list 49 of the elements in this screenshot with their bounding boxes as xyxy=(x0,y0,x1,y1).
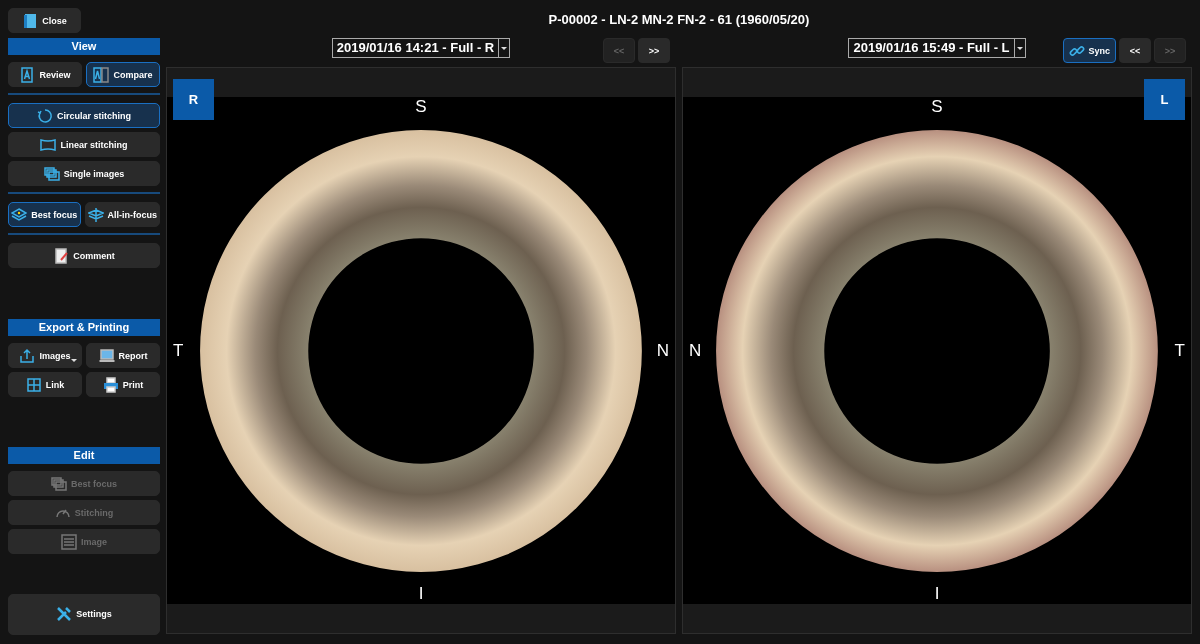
orientation-label: N xyxy=(656,340,669,361)
sidebar-button[interactable]: All-in-focus xyxy=(84,202,160,227)
stacked-frames-icon xyxy=(51,475,67,492)
sidebar-button[interactable]: Print xyxy=(86,372,160,397)
sidebar-button[interactable]: Linear stitching xyxy=(8,132,160,157)
sidebar-button[interactable]: Circular stitching xyxy=(8,103,160,128)
document-icon xyxy=(22,12,39,29)
orientation-label: T xyxy=(1174,340,1185,361)
date-dropdown[interactable]: 2019/01/16 14:21 - Full - R xyxy=(331,38,511,58)
sidebar-button[interactable]: Review xyxy=(8,62,82,87)
orientation-label: S xyxy=(931,97,943,117)
orientation-label: I xyxy=(418,584,424,604)
sidebar-button[interactable]: Report xyxy=(86,343,160,368)
date-dropdown[interactable]: 2019/01/16 15:49 - Full - L xyxy=(848,38,1026,58)
circle-arrow-icon xyxy=(37,107,53,124)
band-icon xyxy=(40,136,57,153)
sidebar-button[interactable]: Link xyxy=(8,372,82,397)
orientation-label: N xyxy=(689,340,702,361)
caret-icon xyxy=(1016,46,1023,50)
sidebar-button[interactable]: Comment xyxy=(8,243,160,268)
layers-arrow-icon xyxy=(87,206,104,223)
note-icon xyxy=(53,247,70,264)
upload-icon xyxy=(19,347,36,364)
sync-button[interactable]: Sync xyxy=(1063,38,1116,63)
orientation-label: S xyxy=(415,97,427,117)
close-button[interactable]: Close xyxy=(8,8,81,33)
section-header: View xyxy=(8,38,160,55)
sidebar-button[interactable]: Compare xyxy=(86,62,160,87)
settings-button[interactable]: Settings xyxy=(8,593,160,635)
sidebar-button[interactable]: Best focus xyxy=(8,202,81,227)
layers-icon xyxy=(11,206,28,223)
caret-icon xyxy=(501,46,508,50)
tools-icon xyxy=(56,606,73,623)
eye-badge: R xyxy=(173,79,214,120)
eye-badge: L xyxy=(1144,79,1185,120)
letters-icon xyxy=(93,66,110,83)
nav-button[interactable]: >> xyxy=(638,38,670,63)
printer-icon xyxy=(102,376,119,393)
stacked-frames-icon xyxy=(43,165,60,182)
sidebar-button[interactable]: Single images xyxy=(8,161,160,186)
letter-icon xyxy=(19,66,36,83)
section-header: Export & Printing xyxy=(8,319,160,336)
nav-button[interactable]: << xyxy=(1119,38,1151,63)
orientation-label: I xyxy=(934,584,940,604)
section-header: Edit xyxy=(8,447,160,464)
laptop-icon xyxy=(98,347,115,364)
patient-title: P-00002 - LN-2 MN-2 FN-2 - 61 (1960/05/20) xyxy=(547,11,811,29)
sidebar-button[interactable]: Images xyxy=(8,343,82,368)
orientation-label: T xyxy=(173,340,184,361)
